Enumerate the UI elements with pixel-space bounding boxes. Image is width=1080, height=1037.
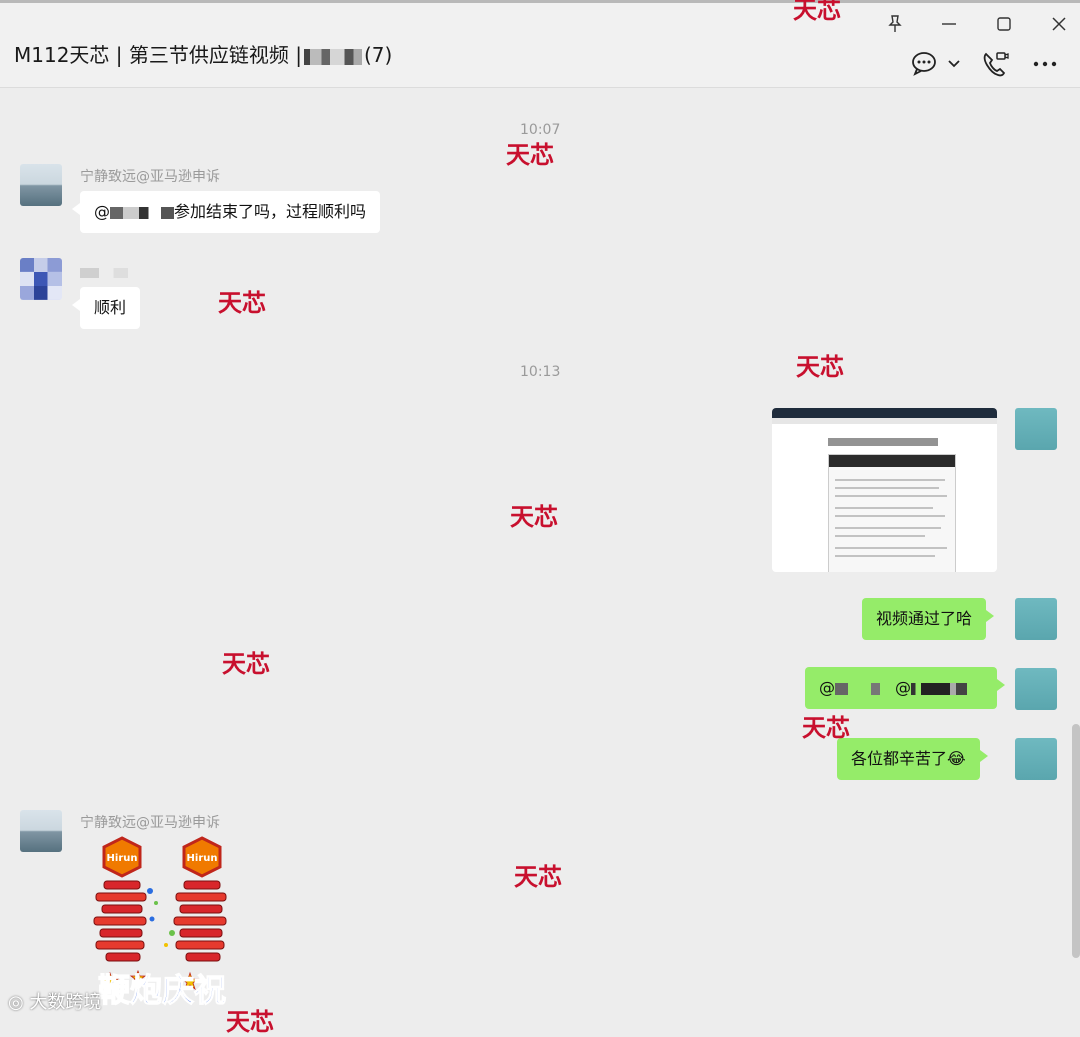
firecracker-left: Hirun xyxy=(93,836,158,962)
phone-video-icon[interactable] xyxy=(980,49,1010,79)
screenshot-navbar xyxy=(772,418,997,424)
source-logo-icon: ◎ xyxy=(8,992,30,1013)
avatar[interactable] xyxy=(1015,408,1057,450)
text-line xyxy=(835,495,947,497)
redacted-mention xyxy=(835,682,895,695)
avatar[interactable] xyxy=(20,810,62,852)
minimize-icon[interactable] xyxy=(938,13,960,35)
avatar[interactable] xyxy=(20,164,62,206)
more-icon[interactable] xyxy=(1030,49,1060,79)
mention-at: @ xyxy=(895,678,911,697)
image-message[interactable] xyxy=(772,408,997,572)
timestamp: 10:07 xyxy=(520,122,561,138)
scrollbar-thumb[interactable] xyxy=(1072,724,1080,958)
message-text: 视频通过了哈 xyxy=(876,609,973,628)
screenshot-panel-header xyxy=(829,455,955,467)
message-text: 顺利 xyxy=(94,298,127,317)
message-text: 参加结束了吗，过程顺利吗 xyxy=(174,202,367,221)
avatar[interactable] xyxy=(1015,598,1057,640)
sticker-badge: Hirun xyxy=(187,853,218,864)
sender-name: 宁静致远@亚马逊申诉 xyxy=(80,169,220,185)
sticker-badge: Hirun xyxy=(107,853,138,864)
maximize-icon[interactable] xyxy=(993,13,1015,35)
pin-icon[interactable] xyxy=(884,13,906,35)
message-bubble[interactable]: @ @ xyxy=(805,667,1005,709)
text-line xyxy=(835,535,925,537)
chat-bubble-icon[interactable] xyxy=(910,49,940,79)
firecracker-sticker[interactable]: Hirun Hirun 鞭炮庆祝 xyxy=(80,833,245,1008)
screenshot-panel xyxy=(828,454,956,572)
chat-title-text: M112天芯 | 第三节供应链视频 | xyxy=(14,43,302,67)
message-text: 各位都辛苦了😂 xyxy=(851,749,966,768)
text-line xyxy=(835,527,941,529)
chat-title: M112天芯 | 第三节供应链视频 | (7) xyxy=(14,39,392,68)
redacted-mention xyxy=(110,206,174,219)
text-line xyxy=(835,507,933,509)
text-line xyxy=(835,547,947,549)
message-bubble[interactable]: 视频通过了哈 xyxy=(862,598,995,640)
firecracker-right: Hirun xyxy=(164,836,227,962)
sticker-caption: 鞭炮庆祝 xyxy=(98,971,226,1008)
redacted-name xyxy=(303,48,362,65)
source-watermark-text: 大数跨境 xyxy=(29,992,102,1013)
timestamp: 10:13 xyxy=(520,364,561,380)
member-count: (7) xyxy=(363,43,393,67)
message-bubble[interactable]: @ 参加结束了吗，过程顺利吗 xyxy=(71,191,381,233)
mention-at: @ xyxy=(94,202,110,221)
screenshot-topbar xyxy=(772,408,997,418)
avatar[interactable] xyxy=(20,258,62,300)
avatar[interactable] xyxy=(1015,738,1057,780)
text-line xyxy=(835,515,945,517)
redacted-sender-name xyxy=(80,268,128,278)
redacted-mention xyxy=(911,682,967,695)
chevron-down-icon[interactable] xyxy=(944,49,964,79)
text-line xyxy=(835,487,939,489)
close-icon[interactable] xyxy=(1048,13,1070,35)
chat-header: M112天芯 | 第三节供应链视频 | (7) xyxy=(0,3,1080,88)
message-bubble[interactable]: 顺利 xyxy=(71,287,141,329)
screenshot-heading xyxy=(828,438,938,446)
sender-name: 宁静致远@亚马逊申诉 xyxy=(80,815,220,831)
source-watermark: ◎ 大数跨境 xyxy=(8,988,101,1014)
text-line xyxy=(835,555,935,557)
mention-at: @ xyxy=(819,678,835,697)
text-line xyxy=(835,479,945,481)
message-bubble[interactable]: 各位都辛苦了😂 xyxy=(837,738,988,780)
avatar[interactable] xyxy=(1015,668,1057,710)
message-list[interactable]: 10:07 宁静致远@亚马逊申诉 @ 参加结束了吗，过程顺利吗 顺利 10:13 … xyxy=(0,88,1080,1020)
